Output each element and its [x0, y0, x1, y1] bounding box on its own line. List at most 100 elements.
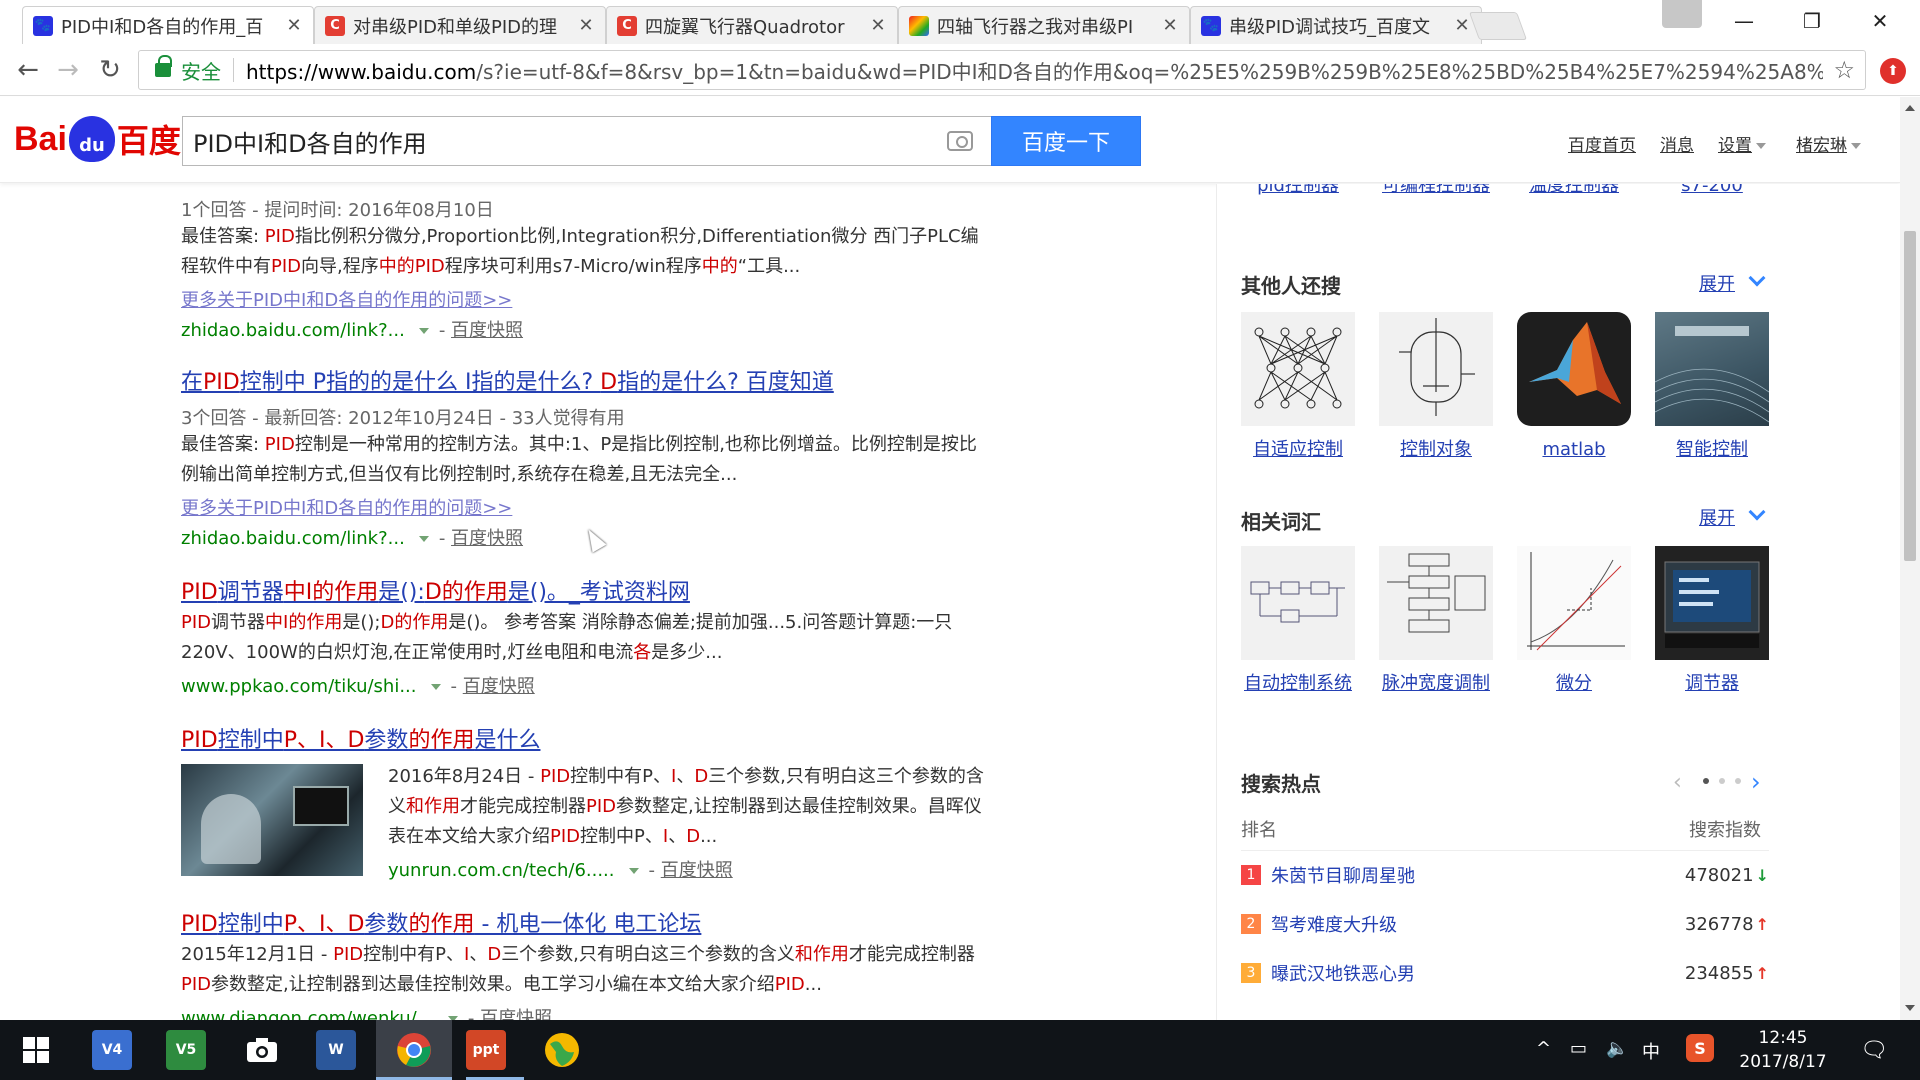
powerpoint-icon[interactable]: ppt: [466, 1030, 506, 1070]
close-icon[interactable]: ✕: [1453, 15, 1471, 36]
new-tab-button[interactable]: [1468, 12, 1528, 40]
nav-home-link[interactable]: 百度首页: [1568, 131, 1636, 156]
hot-row[interactable]: 2 驾考难度大升级 326778 ↑: [1241, 909, 1769, 939]
bookmark-star-icon[interactable]: ☆: [1833, 56, 1855, 84]
card-intelligent-control[interactable]: 智能控制: [1655, 312, 1769, 464]
card-label[interactable]: 控制对象: [1379, 436, 1493, 464]
hot-row[interactable]: 1 朱茵节目聊周星驰 478021 ↓: [1241, 860, 1769, 890]
card-matlab[interactable]: matlab: [1517, 312, 1631, 464]
chevron-down-icon[interactable]: [418, 536, 429, 542]
scrollbar-thumb[interactable]: [1904, 231, 1916, 561]
restore-icon[interactable]: ❐: [1778, 0, 1846, 42]
cache-link[interactable]: 百度快照: [451, 320, 523, 341]
cache-link[interactable]: 百度快照: [480, 1008, 552, 1020]
chevron-down-icon[interactable]: [430, 684, 441, 690]
source-url[interactable]: www.ppkao.com/tiku/shi...: [181, 676, 417, 697]
source-url[interactable]: www.diangon.com/wenku/...: [181, 1008, 434, 1020]
nav-settings-link[interactable]: 设置: [1718, 131, 1766, 156]
globe-app-icon[interactable]: [542, 1030, 582, 1070]
scroll-up-icon[interactable]: [1905, 105, 1915, 111]
cache-link[interactable]: 百度快照: [661, 860, 733, 881]
tab-cascade-pid[interactable]: C 对串级PID和单级PID的理 ✕: [314, 6, 606, 44]
chevron-down-icon[interactable]: [1748, 269, 1766, 287]
notification-icon[interactable]: 🗨: [1860, 1038, 1888, 1063]
next-arrow-icon[interactable]: ›: [1751, 768, 1761, 796]
search-box[interactable]: PID中I和D各自的作用: [182, 116, 991, 166]
hot-topic-link[interactable]: 曝武汉地铁恶心男: [1271, 960, 1685, 986]
prev-arrow-icon[interactable]: ‹: [1673, 770, 1682, 795]
hot-row[interactable]: 3 曝武汉地铁恶心男 234855 ↑: [1241, 958, 1769, 988]
card-regulator[interactable]: 调节器: [1655, 546, 1769, 698]
windows-start-icon[interactable]: [16, 1030, 56, 1070]
tray-expand-icon[interactable]: ^: [1536, 1038, 1551, 1059]
card-label[interactable]: 脉冲宽度调制: [1379, 670, 1493, 698]
related-label[interactable]: 可编程控制器: [1379, 184, 1493, 200]
back-icon[interactable]: ←: [10, 52, 46, 88]
close-window-icon[interactable]: ✕: [1846, 0, 1914, 42]
card-label[interactable]: 自动控制系统: [1241, 670, 1355, 698]
close-icon[interactable]: ✕: [1161, 15, 1179, 36]
forward-icon[interactable]: →: [50, 52, 86, 88]
clock[interactable]: 12:45 2017/8/17: [1728, 1026, 1838, 1074]
close-icon[interactable]: ✕: [285, 15, 303, 36]
profile-icon[interactable]: [1662, 0, 1702, 28]
chevron-down-icon[interactable]: [1748, 503, 1766, 521]
card-auto-control-system[interactable]: 自动控制系统: [1241, 546, 1355, 698]
result-title-link[interactable]: PID控制中P、I、D参数的作用是什么: [181, 722, 540, 754]
word-icon[interactable]: W: [316, 1030, 356, 1070]
camera-icon[interactable]: [947, 131, 973, 151]
related-label[interactable]: s7-200: [1655, 184, 1769, 200]
nav-messages-link[interactable]: 消息: [1660, 131, 1694, 156]
close-icon[interactable]: ✕: [577, 15, 595, 36]
related-label[interactable]: pid控制器: [1241, 184, 1355, 200]
card-adaptive-control[interactable]: 自适应控制: [1241, 312, 1355, 464]
tab-pid-search[interactable]: 🐾 PID中I和D各自的作用_百 ✕: [22, 6, 314, 44]
sogou-ime-icon[interactable]: S: [1686, 1034, 1714, 1062]
search-button[interactable]: 百度一下: [991, 116, 1141, 166]
tab-pid-tuning[interactable]: 🐾 串级PID调试技巧_百度文 ✕: [1190, 6, 1482, 44]
nav-user-link[interactable]: 楮宏琳: [1796, 131, 1861, 156]
search-input[interactable]: PID中I和D各自的作用: [183, 124, 947, 159]
scroll-down-icon[interactable]: [1905, 1005, 1915, 1011]
tab-quadrotor[interactable]: C 四旋翼飞行器Quadrotor ✕: [606, 6, 898, 44]
hot-topic-link[interactable]: 朱茵节目聊周星驰: [1271, 862, 1685, 888]
tab-quadcopter[interactable]: 四轴飞行器之我对串级PI ✕: [898, 6, 1190, 44]
result-title-link[interactable]: PID调节器中I的作用是():D的作用是()。_考试资料网: [181, 574, 690, 606]
volume-icon[interactable]: 🔈: [1606, 1038, 1628, 1059]
reload-icon[interactable]: ↻: [92, 52, 128, 88]
chevron-down-icon[interactable]: [628, 868, 639, 874]
result-thumbnail[interactable]: [181, 764, 363, 876]
chrome-icon[interactable]: [394, 1030, 434, 1070]
more-questions-link[interactable]: 更多关于PID中I和D各自的作用的问题>>: [181, 286, 512, 312]
minimize-icon[interactable]: —: [1710, 0, 1778, 42]
result-title-link[interactable]: 在PID控制中 P指的的是什么 I指的是什么? D指的是什么? 百度知道: [181, 364, 834, 396]
page-dot[interactable]: [1703, 778, 1709, 784]
battery-icon[interactable]: ▭: [1570, 1038, 1587, 1059]
visio-v4-icon[interactable]: V4: [92, 1030, 132, 1070]
related-label[interactable]: 温度控制器: [1517, 184, 1631, 200]
visio-v5-icon[interactable]: V5: [166, 1030, 206, 1070]
hot-topic-link[interactable]: 驾考难度大升级: [1271, 911, 1685, 937]
chevron-down-icon[interactable]: [418, 328, 429, 334]
card-label[interactable]: matlab: [1517, 436, 1631, 464]
card-label[interactable]: 调节器: [1655, 670, 1769, 698]
baidu-logo[interactable]: Bai du 百度: [14, 109, 181, 169]
result-title-link[interactable]: PID控制中P、I、D参数的作用 - 机电一体化 电工论坛: [181, 906, 701, 938]
page-dot[interactable]: [1719, 778, 1725, 784]
camera-app-icon[interactable]: [242, 1030, 282, 1070]
cache-link[interactable]: 百度快照: [451, 528, 523, 549]
page-dot[interactable]: [1735, 778, 1741, 784]
url-text[interactable]: https://www.baidu.com/s?ie=utf-8&f=8&rsv…: [246, 56, 1823, 85]
card-pwm[interactable]: 脉冲宽度调制: [1379, 546, 1493, 698]
more-questions-link[interactable]: 更多关于PID中I和D各自的作用的问题>>: [181, 494, 512, 520]
card-label[interactable]: 自适应控制: [1241, 436, 1355, 464]
card-label[interactable]: 微分: [1517, 670, 1631, 698]
card-control-object[interactable]: 控制对象: [1379, 312, 1493, 464]
source-url[interactable]: yunrun.com.cn/tech/6.....: [388, 860, 615, 881]
card-derivative[interactable]: 微分: [1517, 546, 1631, 698]
ime-indicator[interactable]: 中: [1642, 1038, 1660, 1064]
expand-related-link[interactable]: 展开: [1699, 504, 1735, 530]
cache-link[interactable]: 百度快照: [463, 676, 535, 697]
source-url[interactable]: zhidao.baidu.com/link?...: [181, 320, 405, 341]
page-scrollbar[interactable]: [1900, 97, 1920, 1020]
